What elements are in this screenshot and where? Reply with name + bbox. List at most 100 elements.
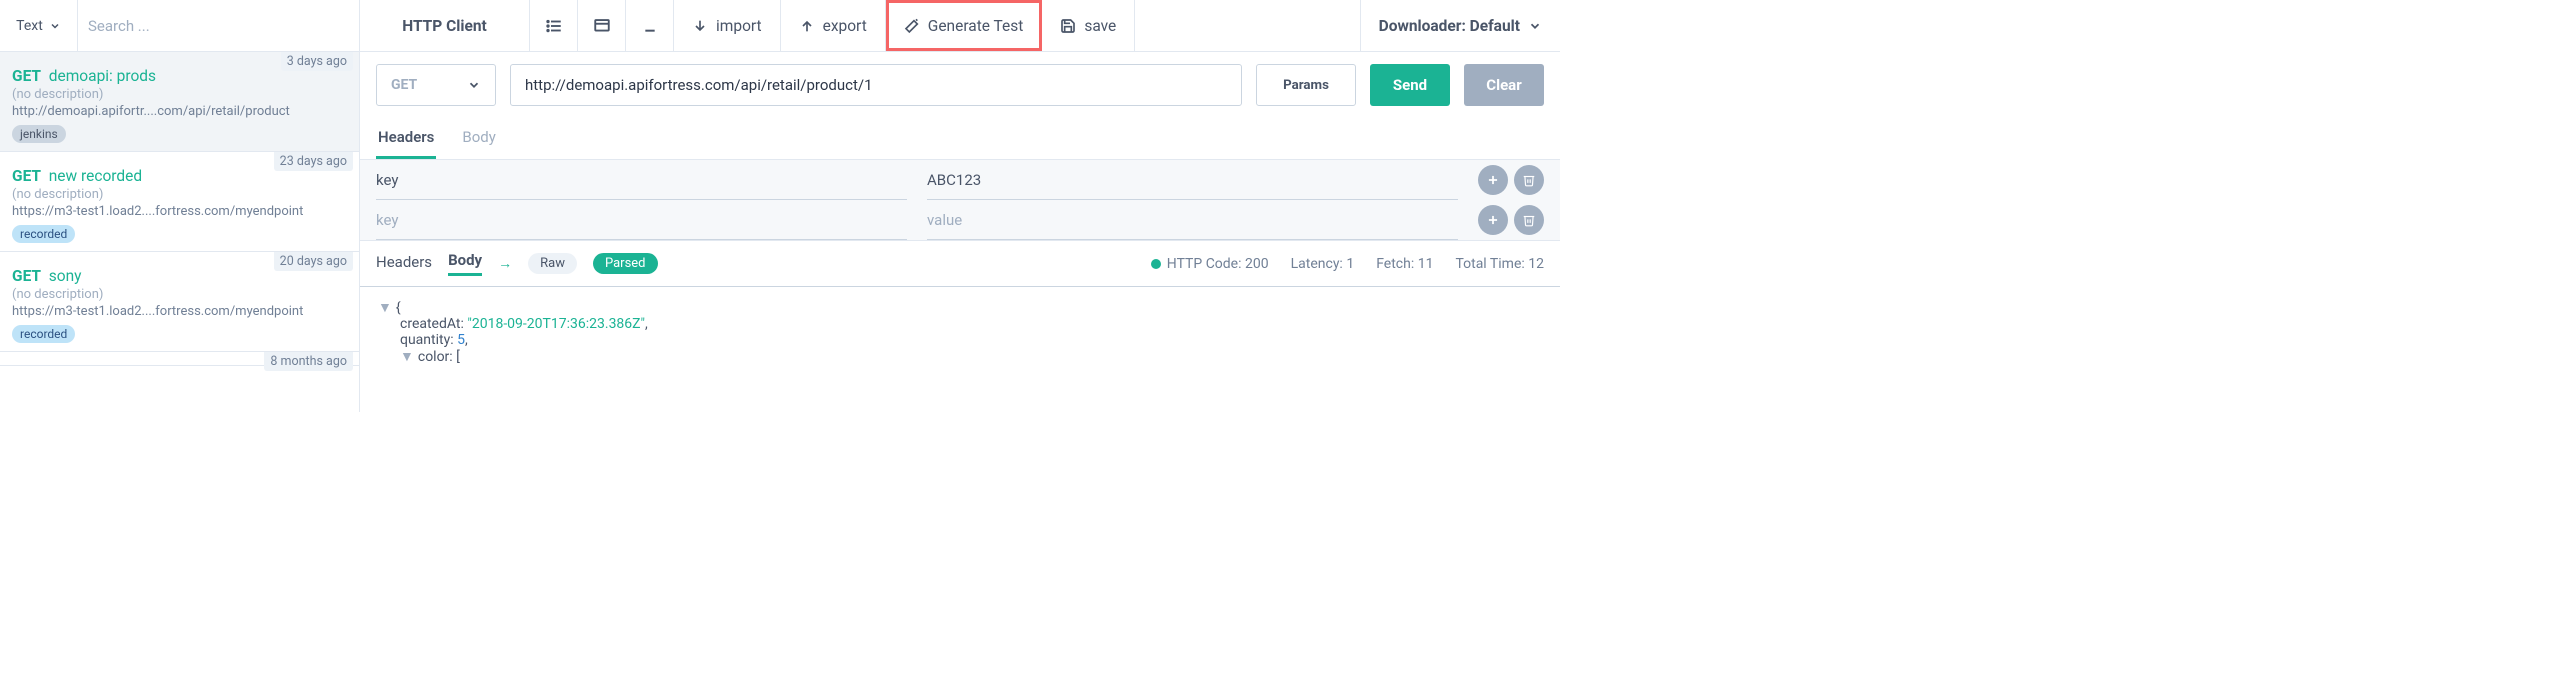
app-title: HTTP Client <box>360 0 530 51</box>
view-parsed-button[interactable]: Parsed <box>593 253 658 274</box>
json-string: "2018-09-20T17:36:23.386Z" <box>467 316 645 332</box>
list-item[interactable]: 3 days ago GET demoapi: prods (no descri… <box>0 52 359 152</box>
item-time: 20 days ago <box>274 252 353 271</box>
item-desc: (no description) <box>12 287 347 302</box>
search-container <box>78 0 359 51</box>
list-item[interactable]: 23 days ago GET new recorded (no descrip… <box>0 152 359 252</box>
url-input[interactable] <box>510 64 1242 106</box>
plus-icon <box>1486 173 1500 187</box>
item-time: 8 months ago <box>264 352 353 371</box>
list-icon <box>545 17 563 35</box>
item-tag: recorded <box>12 325 75 343</box>
add-header-button[interactable] <box>1478 205 1508 235</box>
main-panel: HTTP Client import export Generate Test <box>360 0 1560 412</box>
save-label: save <box>1084 17 1116 35</box>
tab-headers[interactable]: Headers <box>376 118 436 159</box>
item-name: demoapi: prods <box>49 67 156 85</box>
chevron-down-icon <box>1528 19 1542 33</box>
json-key: quantity: <box>400 332 454 348</box>
method-value: GET <box>391 77 417 93</box>
method-label: GET <box>12 267 41 285</box>
header-key-input[interactable] <box>376 160 907 200</box>
request-bar: GET Params Send Clear <box>360 52 1560 118</box>
generate-test-label: Generate Test <box>928 17 1024 35</box>
latency: Latency: 1 <box>1291 256 1355 272</box>
minimize-button[interactable] <box>626 0 674 51</box>
downloader-label: Downloader: Default <box>1379 17 1520 35</box>
response-body: ▼{ createdAt: "2018-09-20T17:36:23.386Z"… <box>360 287 1560 377</box>
collapse-toggle[interactable]: ▼ <box>400 349 414 365</box>
list-item[interactable]: 8 months ago <box>0 352 359 366</box>
json-key: color: <box>418 349 453 365</box>
toolbar: HTTP Client import export Generate Test <box>360 0 1560 52</box>
clear-button[interactable]: Clear <box>1464 64 1544 106</box>
export-icon <box>799 18 815 34</box>
request-tabs: Headers Body <box>360 118 1560 160</box>
row-actions <box>1478 205 1544 235</box>
tab-body[interactable]: Body <box>460 118 497 159</box>
add-header-button[interactable] <box>1478 165 1508 195</box>
search-mode-label: Text <box>16 18 43 34</box>
http-code: HTTP Code: 200 <box>1151 256 1269 272</box>
delete-header-button[interactable] <box>1514 205 1544 235</box>
item-url: http://demoapi.apifortr....com/api/retai… <box>12 104 347 119</box>
item-tag: jenkins <box>12 125 66 143</box>
header-value-input[interactable] <box>927 200 1458 240</box>
status-dot-icon <box>1151 259 1161 269</box>
downloader-dropdown[interactable]: Downloader: Default <box>1361 0 1560 51</box>
method-select[interactable]: GET <box>376 64 496 106</box>
sidebar-header: Text <box>0 0 359 52</box>
item-time: 23 days ago <box>274 152 353 171</box>
response-tabs: Headers Body → Raw Parsed HTTP Code: 200… <box>360 241 1560 287</box>
item-name: sony <box>49 267 82 285</box>
panel-view-button[interactable] <box>578 0 626 51</box>
export-label: export <box>823 17 867 35</box>
plus-icon <box>1486 213 1500 227</box>
header-row <box>360 160 1560 200</box>
save-icon <box>1060 18 1076 34</box>
arrow-right-icon: → <box>498 255 512 272</box>
search-mode-dropdown[interactable]: Text <box>0 0 78 51</box>
trash-icon <box>1522 213 1536 227</box>
delete-header-button[interactable] <box>1514 165 1544 195</box>
sidebar: Text 3 days ago GET demoapi: prods (no d… <box>0 0 360 412</box>
send-button[interactable]: Send <box>1370 64 1450 106</box>
saved-requests-list: 3 days ago GET demoapi: prods (no descri… <box>0 52 359 412</box>
import-label: import <box>716 17 762 35</box>
panel-icon <box>593 17 611 35</box>
header-row <box>360 200 1560 240</box>
export-button[interactable]: export <box>781 0 886 51</box>
json-key: createdAt: <box>400 316 464 332</box>
wand-icon <box>904 18 920 34</box>
header-value-input[interactable] <box>927 160 1458 200</box>
view-raw-button[interactable]: Raw <box>528 253 577 274</box>
collapse-toggle[interactable]: ▼ <box>378 300 392 316</box>
resp-tab-headers[interactable]: Headers <box>376 253 432 275</box>
trash-icon <box>1522 173 1536 187</box>
chevron-down-icon <box>49 20 61 32</box>
import-button[interactable]: import <box>674 0 781 51</box>
item-desc: (no description) <box>12 87 347 102</box>
params-button[interactable]: Params <box>1256 64 1356 106</box>
search-input[interactable] <box>88 17 349 35</box>
row-actions <box>1478 165 1544 195</box>
import-icon <box>692 18 708 34</box>
headers-editor <box>360 160 1560 241</box>
item-url: https://m3-test1.load2....fortress.com/m… <box>12 304 347 319</box>
item-time: 3 days ago <box>281 52 353 71</box>
json-number: 5 <box>457 332 465 348</box>
list-item[interactable]: 20 days ago GET sony (no description) ht… <box>0 252 359 352</box>
chevron-down-icon <box>467 78 481 92</box>
fetch-time: Fetch: 11 <box>1376 256 1433 272</box>
toolbar-spacer <box>1135 0 1360 51</box>
header-key-input[interactable] <box>376 200 907 240</box>
method-label: GET <box>12 167 41 185</box>
save-button[interactable]: save <box>1042 0 1135 51</box>
total-time: Total Time: 12 <box>1455 256 1544 272</box>
method-label: GET <box>12 67 41 85</box>
list-view-button[interactable] <box>530 0 578 51</box>
generate-test-button[interactable]: Generate Test <box>886 0 1043 51</box>
resp-tab-body[interactable]: Body <box>448 251 482 276</box>
response-meta: HTTP Code: 200 Latency: 1 Fetch: 11 Tota… <box>1151 256 1544 272</box>
item-tag: recorded <box>12 225 75 243</box>
